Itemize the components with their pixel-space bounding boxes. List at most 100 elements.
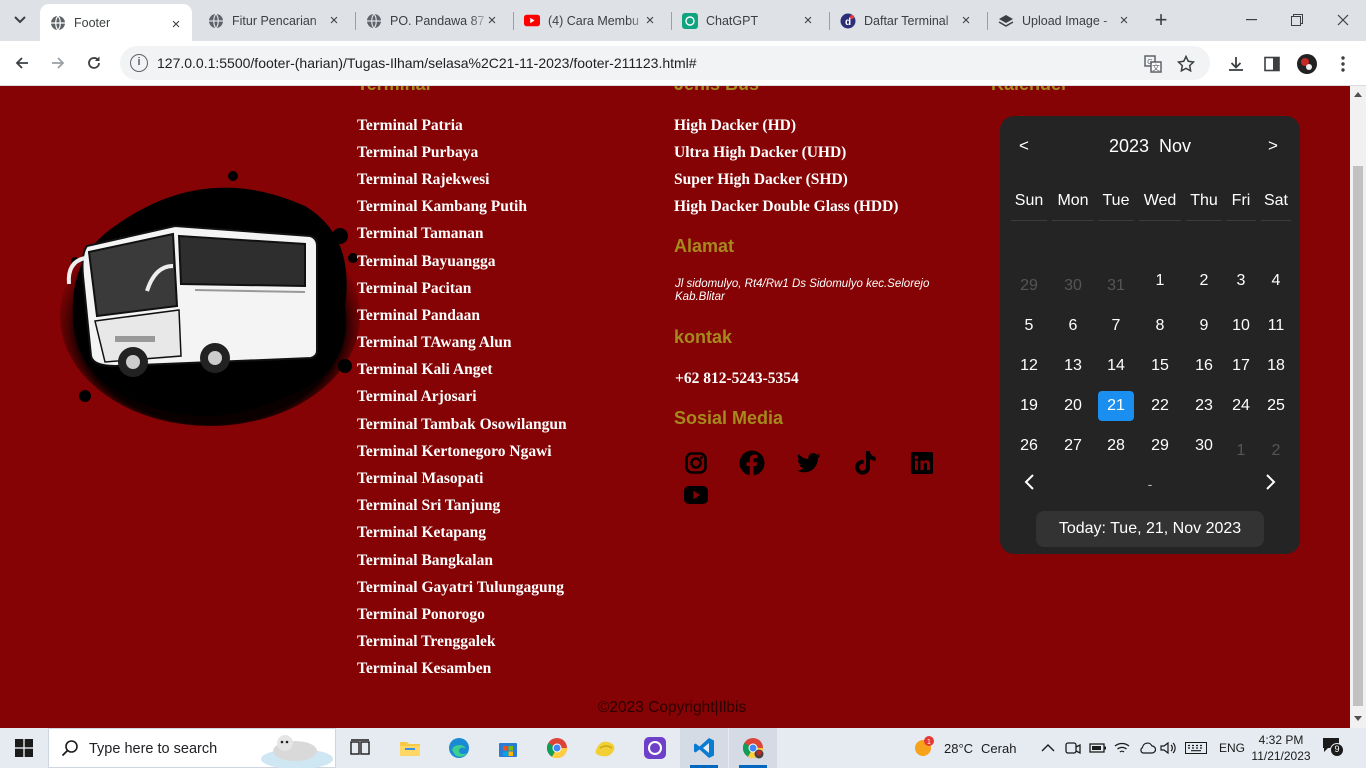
calendar-day-outside[interactable]: 2 (1258, 436, 1294, 466)
today-button[interactable]: Today: Tue, 21, Nov 2023 (1036, 511, 1264, 547)
calendar-day[interactable]: 4 (1258, 266, 1294, 296)
facebook-icon[interactable] (739, 450, 765, 476)
calendar-day[interactable]: 9 (1186, 311, 1222, 341)
terminal-link[interactable]: Terminal Pandaan (357, 307, 480, 325)
calendar-day[interactable]: 6 (1055, 311, 1091, 341)
terminal-link[interactable]: Terminal Kertonegoro Ngawi (357, 443, 552, 461)
calendar-day[interactable]: 16 (1186, 351, 1222, 381)
instagram-icon[interactable] (683, 450, 709, 476)
calendar-day[interactable]: 3 (1223, 266, 1259, 296)
close-tab-icon[interactable]: × (484, 13, 500, 29)
jenis-bus-link[interactable]: Super High Dacker (SHD) (674, 171, 848, 189)
tab-chatgpt[interactable]: ChatGPT × (672, 0, 824, 41)
calendar-day[interactable]: 20 (1055, 391, 1091, 421)
calendar-day[interactable]: 22 (1142, 391, 1178, 421)
tab-po-pandawa[interactable]: PO. Pandawa 87 × (356, 0, 508, 41)
calendar-day[interactable]: 13 (1055, 351, 1091, 381)
tiktok-icon[interactable] (852, 450, 878, 476)
terminal-link[interactable]: Terminal Trenggalek (357, 633, 496, 651)
chrome-icon[interactable] (533, 728, 581, 768)
kontak-phone[interactable]: +62 812-5243-5354 (675, 370, 799, 388)
meet-now-icon[interactable] (1065, 728, 1081, 768)
terminal-link[interactable]: Terminal Patria (357, 117, 463, 135)
calendar-day[interactable]: 27 (1055, 431, 1091, 461)
terminal-link[interactable]: Terminal Tambak Osowilangun (357, 416, 567, 434)
terminal-link[interactable]: Terminal Rajekwesi (357, 171, 489, 189)
microsoft-store-icon[interactable] (484, 728, 532, 768)
linkedin-icon[interactable] (909, 450, 935, 476)
clock[interactable]: 4:32 PM 11/21/2023 (1250, 728, 1312, 768)
calendar-month[interactable]: Nov (1159, 136, 1191, 156)
terminal-link[interactable]: Terminal Tamanan (357, 225, 483, 243)
calendar-day[interactable]: 30 (1186, 431, 1222, 461)
calendar-day[interactable]: 5 (1011, 311, 1047, 341)
calendar-day-outside[interactable]: 29 (1011, 271, 1047, 301)
terminal-link[interactable]: Terminal TAwang Alun (357, 334, 511, 352)
calendar-day[interactable]: 26 (1011, 431, 1047, 461)
calendar-day[interactable]: 25 (1258, 391, 1294, 421)
terminal-link[interactable]: Terminal Ponorogo (357, 606, 485, 624)
edge-browser-icon[interactable] (435, 728, 483, 768)
scroll-up-arrow[interactable] (1354, 92, 1362, 97)
tab-fitur-pencarian[interactable]: Fitur Pencarian × (198, 0, 350, 41)
next-month-button[interactable]: > (1268, 136, 1278, 156)
jenis-bus-link[interactable]: Ultra High Dacker (UHD) (674, 144, 846, 162)
calendar-day-selected[interactable]: 21 (1098, 391, 1134, 421)
tab-footer[interactable]: Footer × (40, 4, 192, 41)
address-bar[interactable]: i 127.0.0.1:5500/footer-(harian)/Tugas-I… (120, 46, 1210, 80)
tab-upload-image[interactable]: Upload Image - × (988, 0, 1140, 41)
input-language[interactable]: ENG (1219, 728, 1245, 768)
terminal-link[interactable]: Terminal Ketapang (357, 524, 486, 542)
close-tab-icon[interactable]: × (642, 13, 658, 29)
scroll-thumb[interactable] (1353, 166, 1363, 706)
close-tab-icon[interactable]: × (958, 13, 974, 29)
calendar-day[interactable]: 19 (1011, 391, 1047, 421)
wifi-icon[interactable] (1114, 728, 1130, 768)
tab-search-button[interactable] (7, 7, 33, 33)
calendar-year[interactable]: 2023 (1109, 136, 1149, 156)
new-tab-button[interactable]: + (1148, 8, 1174, 34)
terminal-link[interactable]: Terminal Kambang Putih (357, 198, 527, 216)
reload-button[interactable] (80, 49, 108, 77)
site-info-icon[interactable]: i (130, 54, 148, 72)
cloud-icon[interactable] (1138, 728, 1156, 768)
terminal-link[interactable]: Terminal Bayuangga (357, 253, 496, 271)
menu-kebab-icon[interactable] (1332, 53, 1354, 75)
terminal-link[interactable]: Terminal Pacitan (357, 280, 471, 298)
calendar-day[interactable]: 24 (1223, 391, 1259, 421)
calendar-day[interactable]: 17 (1223, 351, 1259, 381)
youtube-icon[interactable] (683, 482, 709, 508)
calendar-day[interactable]: 15 (1142, 351, 1178, 381)
calendar-day[interactable]: 18 (1258, 351, 1294, 381)
translate-icon[interactable]: 文G (1143, 54, 1163, 74)
back-button[interactable] (8, 49, 36, 77)
terminal-link[interactable]: Terminal Purbaya (357, 144, 478, 162)
calendar-day[interactable]: 1 (1142, 266, 1178, 296)
download-icon[interactable] (1225, 53, 1247, 75)
calendar-day-outside[interactable]: 31 (1098, 271, 1134, 301)
keyboard-icon[interactable] (1185, 728, 1207, 768)
calendar-day[interactable]: 14 (1098, 351, 1134, 381)
calendar-day-outside[interactable]: 30 (1055, 271, 1091, 301)
terminal-link[interactable]: Terminal Kali Anget (357, 361, 493, 379)
vscode-icon[interactable] (680, 728, 728, 768)
terminal-link[interactable]: Terminal Bangkalan (357, 552, 493, 570)
page-scrollbar[interactable] (1350, 86, 1366, 728)
close-window-button[interactable] (1320, 0, 1366, 40)
bookmark-star-icon[interactable] (1176, 54, 1196, 74)
chevron-right-icon[interactable] (1260, 472, 1280, 492)
calendar-day[interactable]: 8 (1142, 311, 1178, 341)
calendar-day[interactable]: 10 (1223, 311, 1259, 341)
file-explorer-icon[interactable] (386, 728, 434, 768)
show-hidden-icons[interactable] (1041, 728, 1055, 768)
close-tab-icon[interactable]: × (326, 13, 342, 29)
jenis-bus-link[interactable]: High Dacker Double Glass (HDD) (674, 198, 898, 216)
terminal-link[interactable]: Terminal Gayatri Tulungagung (357, 579, 564, 597)
tab-daftar-terminal[interactable]: d Daftar Terminal × (830, 0, 982, 41)
profile-avatar[interactable] (1296, 53, 1318, 75)
terminal-link[interactable]: Terminal Masopati (357, 470, 483, 488)
close-tab-icon[interactable]: × (168, 17, 184, 33)
tab-youtube[interactable]: (4) Cara Membu × (514, 0, 666, 41)
task-view-icon[interactable] (336, 728, 384, 768)
minimize-button[interactable] (1228, 0, 1274, 40)
